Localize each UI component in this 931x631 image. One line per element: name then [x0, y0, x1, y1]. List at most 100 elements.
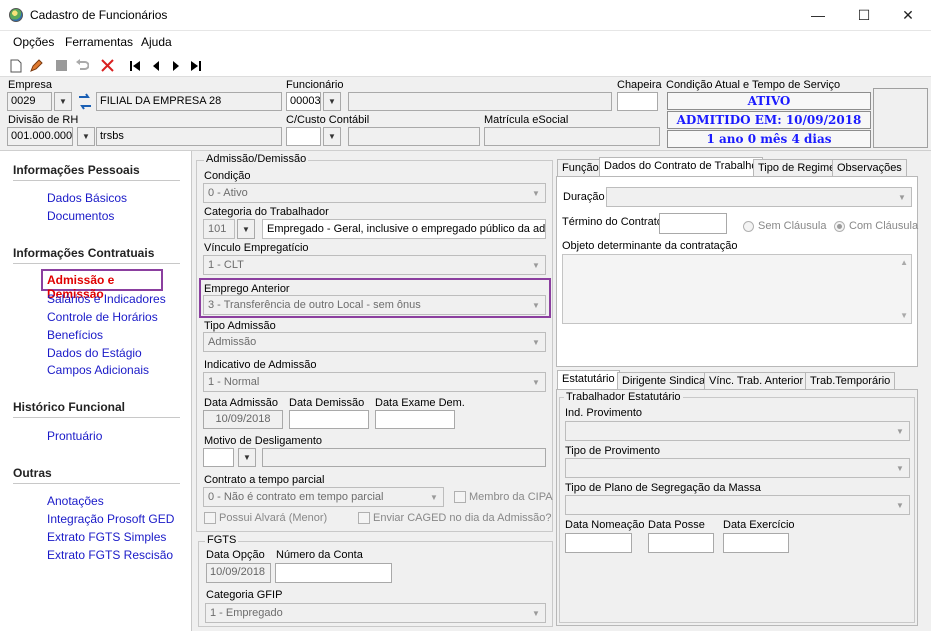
scroll-down-icon[interactable]: ▼	[900, 311, 908, 320]
data-exercicio-label: Data Exercício	[723, 519, 795, 531]
custo-dropdown-icon[interactable]: ▼	[323, 127, 341, 146]
chevron-down-icon: ▼	[898, 192, 906, 202]
new-document-icon[interactable]	[7, 57, 24, 74]
motivo-code-field[interactable]	[203, 448, 234, 467]
categoria-label: Categoria do Trabalhador	[204, 206, 329, 218]
status-admitido: ADMITIDO EM: 10/09/2018	[667, 111, 871, 129]
divisao-dropdown-icon[interactable]: ▼	[77, 127, 95, 146]
data-admissao-field[interactable]: 10/09/2018	[203, 410, 283, 429]
nav-documentos[interactable]: Documentos	[47, 209, 114, 223]
save-icon[interactable]	[53, 57, 70, 74]
data-opcao-label: Data Opção	[206, 549, 265, 561]
duracao-label: Duração	[563, 191, 605, 203]
delete-icon[interactable]	[99, 57, 116, 74]
tipo-provimento-select[interactable]: ▼	[565, 458, 910, 478]
tab-funcao[interactable]: Função	[557, 159, 604, 177]
data-posse-field[interactable]	[648, 533, 714, 553]
tab-trab-temporario[interactable]: Trab.Temporário	[805, 372, 896, 390]
com-clausula-label: Com Cláusula	[849, 220, 919, 232]
tipo-adm-select[interactable]: Admissão ▼	[203, 332, 546, 352]
employee-photo[interactable]	[873, 88, 928, 148]
menu-ajuda[interactable]: Ajuda	[141, 35, 172, 49]
tab-dirigente-sindical[interactable]: Dirigente Sindical	[617, 372, 713, 390]
first-record-icon[interactable]	[126, 57, 143, 74]
chevron-down-icon: ▼	[532, 608, 540, 618]
tab-tipo-regime[interactable]: Tipo de Regime	[753, 159, 841, 177]
matricula-field[interactable]	[484, 127, 660, 146]
tab-vinc-anterior[interactable]: Vínc. Trab. Anterior	[704, 372, 809, 390]
chevron-down-icon: ▼	[896, 426, 904, 436]
menu-opcoes[interactable]: Opções	[13, 35, 54, 49]
nav-salarios[interactable]: Salários e Indicadores	[47, 292, 166, 306]
tab-estatutario[interactable]: Estatutário	[557, 370, 620, 390]
toolbar	[0, 54, 931, 77]
divisao-code-field[interactable]: 001.000.000	[7, 127, 73, 146]
tab-dados-contrato[interactable]: Dados do Contrato de Trabalho	[599, 157, 763, 177]
contrato-parcial-select[interactable]: 0 - Não é contrato em tempo parcial ▼	[203, 487, 444, 507]
minimize-button[interactable]: —	[795, 0, 841, 30]
tab-observacoes[interactable]: Observações	[832, 159, 907, 177]
funcionario-code-field[interactable]: 00003	[286, 92, 321, 111]
undo-icon[interactable]	[73, 57, 90, 74]
chevron-down-icon: ▼	[896, 500, 904, 510]
close-button[interactable]: ✕	[885, 0, 931, 30]
nav-divider	[13, 180, 180, 181]
emprego-select[interactable]: 3 - Transferência de outro Local - sem ô…	[203, 295, 546, 315]
chapeira-field[interactable]	[617, 92, 658, 111]
categoria-dropdown-icon[interactable]: ▼	[237, 219, 255, 239]
vinculo-select[interactable]: 1 - CLT ▼	[203, 255, 546, 275]
plano-segregacao-select[interactable]: ▼	[565, 495, 910, 515]
data-opcao-field[interactable]: 10/09/2018	[206, 563, 271, 583]
caged-checkbox[interactable]	[358, 512, 370, 524]
alvara-checkbox[interactable]	[204, 512, 216, 524]
termino-field[interactable]	[659, 213, 727, 234]
last-record-icon[interactable]	[187, 57, 204, 74]
duracao-select[interactable]: ▼	[606, 187, 912, 207]
membro-cipa-checkbox[interactable]	[454, 491, 466, 503]
motivo-dropdown-icon[interactable]: ▼	[238, 448, 256, 467]
previous-record-icon[interactable]	[147, 57, 164, 74]
nav-dados-basicos[interactable]: Dados Básicos	[47, 191, 127, 205]
refresh-link-icon[interactable]	[76, 93, 94, 110]
nav-admissao-demissao[interactable]: Admissão e Demissão	[41, 269, 163, 301]
nav-estagio[interactable]: Dados do Estágio	[47, 346, 142, 360]
scroll-up-icon[interactable]: ▲	[900, 258, 908, 267]
nav-beneficios[interactable]: Benefícios	[47, 328, 103, 342]
sem-clausula-radio[interactable]	[743, 221, 754, 232]
objeto-label: Objeto determinante da contratação	[562, 240, 738, 252]
nav-campos-adicionais[interactable]: Campos Adicionais	[47, 363, 149, 377]
nav-divider	[13, 483, 180, 484]
data-exame-label: Data Exame Dem.	[375, 397, 465, 409]
com-clausula-radio[interactable]	[834, 221, 845, 232]
nav-prontuario[interactable]: Prontuário	[47, 429, 102, 443]
next-record-icon[interactable]	[167, 57, 184, 74]
nav-horarios[interactable]: Controle de Horários	[47, 310, 158, 324]
funcionario-dropdown-icon[interactable]: ▼	[323, 92, 341, 111]
data-exercicio-field[interactable]	[723, 533, 789, 553]
empresa-dropdown-icon[interactable]: ▼	[54, 92, 72, 111]
divisao-label: Divisão de RH	[8, 114, 79, 126]
gfip-select[interactable]: 1 - Empregado ▼	[205, 603, 546, 623]
nav-anotacoes[interactable]: Anotações	[47, 494, 104, 508]
data-nomeacao-field[interactable]	[565, 533, 632, 553]
categoria-code-field[interactable]: 101	[203, 219, 235, 239]
nav-fgts-rescisao[interactable]: Extrato FGTS Rescisão	[47, 548, 173, 562]
data-exame-field[interactable]	[375, 410, 455, 429]
objeto-textarea[interactable]: ▲ ▼	[562, 254, 912, 324]
emprego-label: Emprego Anterior	[204, 283, 290, 295]
maximize-button[interactable]: ☐	[841, 0, 887, 30]
menu-ferramentas[interactable]: Ferramentas	[65, 35, 133, 49]
edit-pencil-icon[interactable]	[27, 57, 44, 74]
data-demissao-field[interactable]	[289, 410, 369, 429]
nav-fgts-simples[interactable]: Extrato FGTS Simples	[47, 530, 166, 544]
numero-conta-field[interactable]	[275, 563, 392, 583]
ind-provimento-select[interactable]: ▼	[565, 421, 910, 441]
vinculo-label: Vínculo Empregatício	[204, 242, 309, 254]
app-icon	[9, 8, 23, 22]
termino-label: Término do Contrato	[562, 216, 663, 228]
empresa-code-field[interactable]: 0029	[7, 92, 52, 111]
custo-code-field[interactable]	[286, 127, 321, 146]
condicao-select[interactable]: 0 - Ativo ▼	[203, 183, 546, 203]
nav-prosoft-ged[interactable]: Integração Prosoft GED	[47, 512, 174, 526]
indicativo-select[interactable]: 1 - Normal ▼	[203, 372, 546, 392]
